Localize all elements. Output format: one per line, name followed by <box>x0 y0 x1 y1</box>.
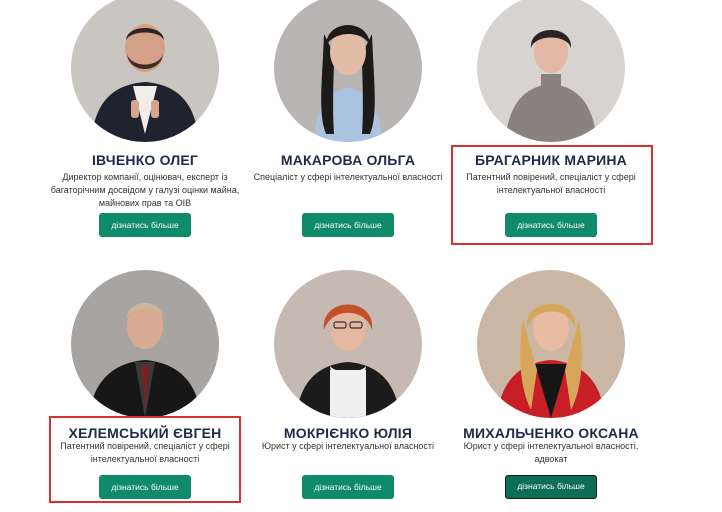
portrait-photo <box>477 0 625 142</box>
member-name: МАКАРОВА ОЛЬГА <box>280 152 416 168</box>
member-description: Юрист у сфері інтелектуальної власності,… <box>463 441 639 464</box>
highlight-box <box>49 416 241 503</box>
team-grid: ІВЧЕНКО ОЛЕГ Директор компанії, оцінювач… <box>0 0 722 512</box>
portrait-photo <box>71 270 219 418</box>
learn-more-button[interactable]: дізнатись більше <box>302 213 394 237</box>
member-name: МИХАЛЬЧЕНКО ОКСАНА <box>463 425 639 441</box>
member-name: ІВЧЕНКО ОЛЕГ <box>91 152 199 168</box>
learn-more-button[interactable]: дізнатись більше <box>99 213 191 237</box>
portrait-photo <box>274 0 422 142</box>
member-description: Юрист у сфері інтелектуальної власності <box>261 441 435 451</box>
highlight-box <box>451 145 653 245</box>
learn-more-button[interactable]: дізнатись більше <box>302 475 394 499</box>
portrait-photo <box>274 270 422 418</box>
learn-more-button[interactable]: дізнатись більше <box>505 475 597 499</box>
member-name: МОКРІЄНКО ЮЛІЯ <box>283 425 413 441</box>
portrait-photo <box>477 270 625 418</box>
member-description: Директор компанії, оцінювач, експерт із … <box>50 172 240 208</box>
member-description: Спеціаліст у сфері інтелектуальної власн… <box>253 172 443 182</box>
portrait-photo <box>71 0 219 142</box>
